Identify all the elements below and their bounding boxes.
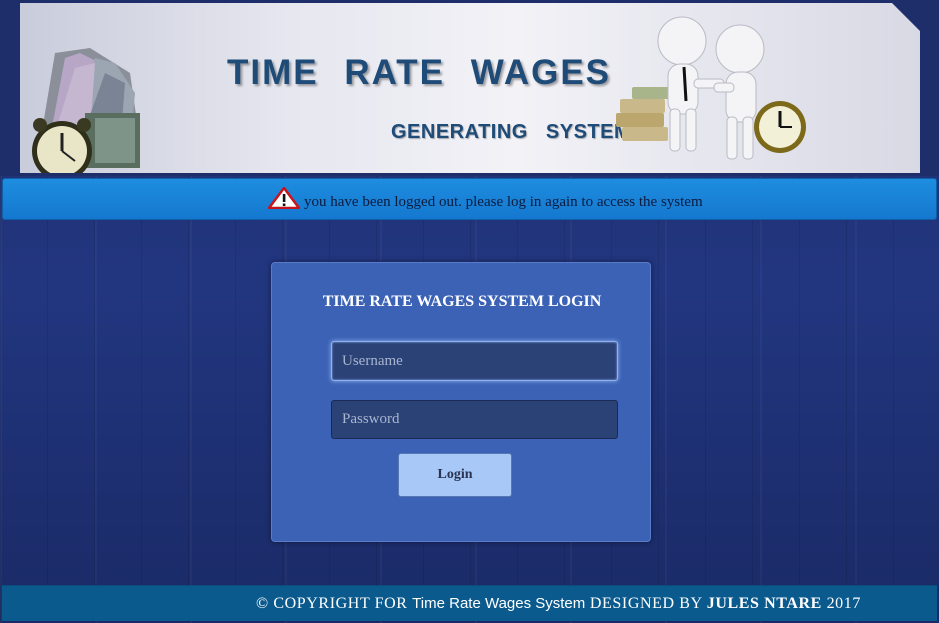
money-clock-illustration	[32, 48, 140, 173]
footer-designed-by: DESIGNED BY	[589, 595, 703, 612]
password-input[interactable]	[331, 400, 618, 439]
header-banner-frame: TIME RATE WAGES GENERATING SYSTEM	[0, 0, 939, 176]
alert-content: you have been logged out. please log in …	[268, 186, 703, 211]
copyright-prefix: © COPYRIGHT FOR	[256, 595, 408, 612]
handshake-illustration	[616, 16, 806, 160]
footer-year: 2017	[826, 595, 861, 612]
login-title: TIME RATE WAGES SYSTEM LOGIN	[322, 293, 602, 310]
login-panel: TIME RATE WAGES SYSTEM LOGIN Login	[271, 262, 651, 542]
footer: © COPYRIGHT FOR Time Rate Wages System D…	[2, 585, 937, 621]
alert-message: you have been logged out. please log in …	[304, 194, 703, 210]
logout-alert-bar: you have been logged out. please log in …	[2, 178, 937, 220]
warning-icon	[268, 186, 300, 209]
username-input[interactable]	[331, 341, 618, 381]
header-banner: TIME RATE WAGES GENERATING SYSTEM	[20, 3, 920, 173]
login-button[interactable]: Login	[398, 453, 512, 497]
app-title: TIME RATE WAGES	[227, 53, 612, 92]
footer-system-name: Time Rate Wages System	[412, 595, 586, 612]
app-subtitle: GENERATING SYSTEM	[391, 121, 632, 143]
banner-corner-decoration	[892, 3, 920, 31]
footer-copyright: © COPYRIGHT FOR Time Rate Wages System D…	[256, 595, 861, 613]
footer-author: JULES NTARE	[706, 595, 822, 612]
